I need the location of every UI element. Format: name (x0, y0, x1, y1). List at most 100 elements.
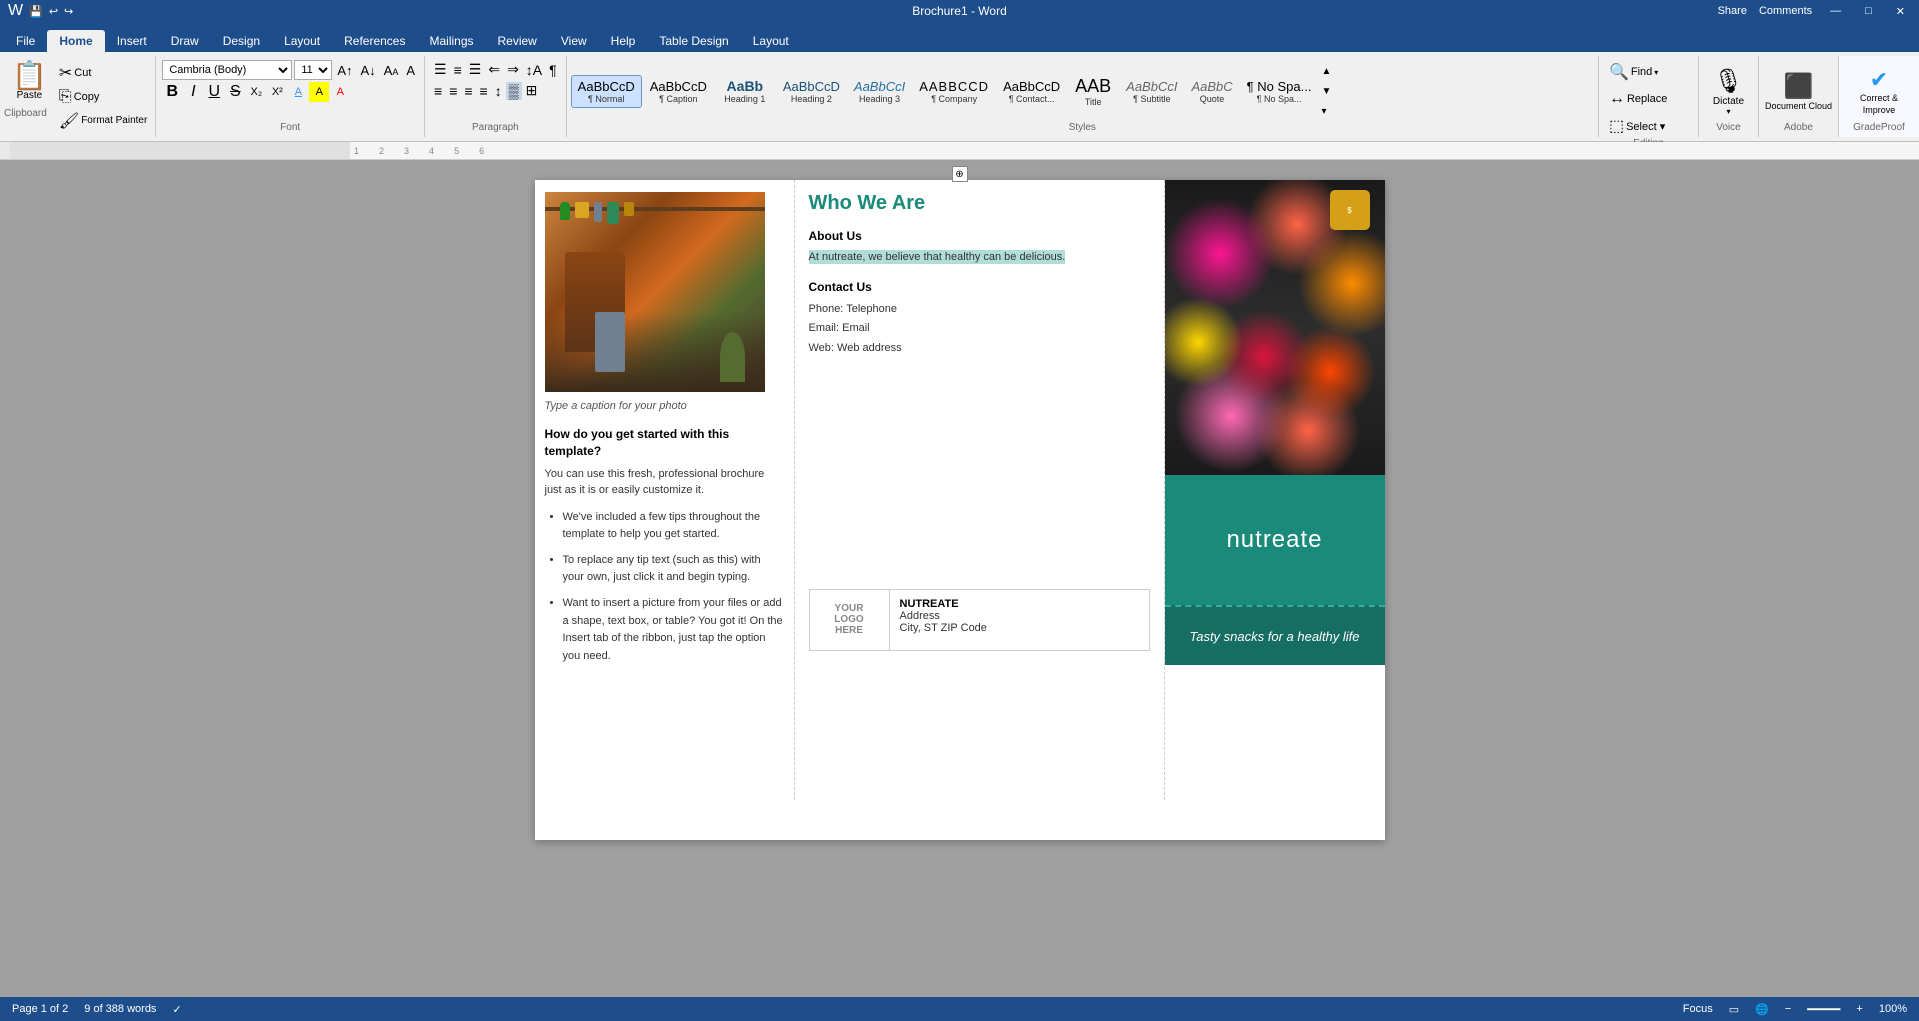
clear-format-button[interactable]: A (403, 62, 418, 79)
tab-mailings[interactable]: Mailings (417, 30, 485, 52)
format-painter-button[interactable]: 🖌 Format Painter (55, 109, 151, 133)
style-company[interactable]: AABBCCD ¶ Company (913, 76, 995, 107)
tab-home[interactable]: Home (47, 30, 104, 52)
tab-help[interactable]: Help (599, 30, 648, 52)
change-case-button[interactable]: Aa (381, 62, 402, 79)
tab-review[interactable]: Review (486, 30, 549, 52)
brand-name[interactable]: nutreate (1226, 526, 1322, 554)
share-button[interactable]: Share (1718, 5, 1747, 17)
align-left-button[interactable]: ≡ (431, 82, 445, 100)
faq-heading[interactable]: How do you get started with this templat… (545, 426, 784, 460)
minimize-button[interactable]: — (1824, 5, 1847, 17)
gradeproof-button[interactable]: ✔ Correct & Improve (1860, 60, 1898, 122)
find-button[interactable]: 🔍 Find ▾ (1605, 60, 1692, 84)
logo-placeholder[interactable]: YOUR LOGO HERE (810, 590, 890, 650)
tab-draw[interactable]: Draw (159, 30, 211, 52)
align-center-button[interactable]: ≡ (446, 82, 460, 100)
find-dropdown[interactable]: ▾ (1654, 68, 1658, 77)
brochure-col-middle[interactable]: Who We Are About Us At nutreate, we beli… (795, 180, 1165, 800)
borders-button[interactable]: ⊞ (523, 81, 541, 100)
style-normal[interactable]: AaBbCcD ¶ Normal (571, 75, 642, 108)
photo-caption[interactable]: Type a caption for your photo (545, 400, 784, 412)
font-name-select[interactable]: Cambria (Body) (162, 60, 292, 80)
maximize-button[interactable]: □ (1859, 5, 1878, 17)
tab-tabledesign[interactable]: Table Design (647, 30, 740, 52)
shading-button[interactable]: ▒ (506, 82, 522, 100)
bullets-button[interactable]: ☰ (431, 60, 450, 79)
replace-button[interactable]: ↔ Replace (1605, 88, 1692, 110)
quick-access-save[interactable]: 💾 (29, 5, 43, 18)
line-spacing-button[interactable]: ↕ (492, 82, 505, 100)
zoom-in-button[interactable]: + (1856, 1003, 1862, 1015)
strikethrough-button[interactable]: S (225, 82, 245, 102)
dictate-button[interactable]: 🎙 Dictate ▾ (1713, 60, 1744, 122)
focus-button[interactable]: Focus (1683, 1003, 1713, 1015)
bullet-item-1[interactable]: We've included a few tips throughout the… (563, 509, 784, 544)
numbering-button[interactable]: ≡ (451, 61, 465, 79)
tab-file[interactable]: File (4, 30, 47, 52)
cut-button[interactable]: ✂ Cut (55, 61, 151, 85)
faq-intro[interactable]: You can use this fresh, professional bro… (545, 466, 784, 499)
contact-phone[interactable]: Phone: Telephone (809, 300, 1150, 320)
print-layout-icon[interactable]: ▭ (1729, 1003, 1739, 1016)
quick-access-undo[interactable]: ↩ (49, 5, 58, 18)
quick-access-redo[interactable]: ↪ (64, 5, 73, 18)
font-color-button[interactable]: A (330, 82, 350, 102)
align-right-button[interactable]: ≡ (461, 82, 475, 100)
document-page[interactable]: ⊕ (535, 180, 1385, 840)
contact-heading[interactable]: Contact Us (809, 280, 1150, 294)
tab-tablelayout[interactable]: Layout (741, 30, 801, 52)
multilevel-button[interactable]: ☰ (466, 60, 485, 79)
decrease-indent-button[interactable]: ⇐ (485, 60, 503, 79)
dictate-dropdown[interactable]: ▾ (1726, 107, 1730, 116)
tagline[interactable]: Tasty snacks for a healthy life (1189, 629, 1359, 644)
highlight-button[interactable]: A (309, 82, 329, 102)
justify-button[interactable]: ≡ (477, 82, 491, 100)
font-grow-button[interactable]: A↑ (334, 62, 355, 79)
sort-button[interactable]: ↕A (523, 61, 545, 79)
table-move-handle[interactable]: ⊕ (952, 166, 968, 182)
superscript-button[interactable]: X² (267, 82, 287, 102)
tab-design[interactable]: Design (211, 30, 272, 52)
comments-button[interactable]: Comments (1759, 5, 1812, 17)
tab-references[interactable]: References (332, 30, 417, 52)
underline-button[interactable]: U (204, 82, 224, 102)
style-nospace[interactable]: ¶ No Spa... ¶ No Spa... (1241, 76, 1318, 107)
font-size-select[interactable]: 11 (294, 60, 332, 80)
styles-scroll-up[interactable]: ▲ (1321, 66, 1331, 77)
styles-scroll-down[interactable]: ▼ (1321, 86, 1331, 97)
italic-button[interactable]: I (183, 82, 203, 102)
show-formatting-button[interactable]: ¶ (546, 61, 560, 79)
company-name[interactable]: NUTREATE (900, 598, 1139, 610)
select-button[interactable]: ⬚ Select ▾ (1605, 114, 1692, 138)
close-button[interactable]: ✕ (1890, 5, 1911, 18)
style-title[interactable]: AAB Title (1068, 73, 1118, 110)
style-contact[interactable]: AaBbCcD ¶ Contact... (997, 76, 1066, 107)
address-line1[interactable]: Address (900, 610, 1139, 622)
text-effect-button[interactable]: A (288, 82, 308, 102)
copy-button[interactable]: ⎘ Copy (55, 86, 151, 108)
tab-layout[interactable]: Layout (272, 30, 332, 52)
zoom-out-button[interactable]: − (1785, 1003, 1791, 1015)
about-heading[interactable]: About Us (809, 229, 1150, 243)
style-quote[interactable]: AaBbC Quote (1185, 76, 1238, 107)
contact-email[interactable]: Email: Email (809, 319, 1150, 339)
tab-view[interactable]: View (549, 30, 599, 52)
font-shrink-button[interactable]: A↓ (358, 62, 379, 79)
bullet-item-3[interactable]: Want to insert a picture from your files… (563, 595, 784, 665)
subscript-button[interactable]: X₂ (246, 82, 266, 102)
styles-expand[interactable]: ▾ (1321, 106, 1331, 117)
style-subtitle[interactable]: AaBbCcI ¶ Subtitle (1120, 76, 1183, 107)
zoom-slider[interactable]: ━━━━━ (1807, 1003, 1840, 1016)
style-caption[interactable]: AaBbCcD ¶ Caption (644, 76, 713, 107)
zoom-level[interactable]: 100% (1879, 1003, 1907, 1015)
brochure-col-left[interactable]: Type a caption for your photo How do you… (535, 180, 795, 800)
bold-button[interactable]: B (162, 82, 182, 102)
tab-insert[interactable]: Insert (105, 30, 159, 52)
increase-indent-button[interactable]: ⇒ (504, 60, 522, 79)
adobe-button[interactable]: ⬛ Document Cloud (1765, 60, 1832, 122)
web-layout-icon[interactable]: 🌐 (1755, 1003, 1769, 1016)
who-we-are-heading[interactable]: Who We Are (809, 192, 1150, 215)
style-heading3[interactable]: AaBbCcI Heading 3 (848, 76, 911, 107)
address-line2[interactable]: City, ST ZIP Code (900, 622, 1139, 634)
